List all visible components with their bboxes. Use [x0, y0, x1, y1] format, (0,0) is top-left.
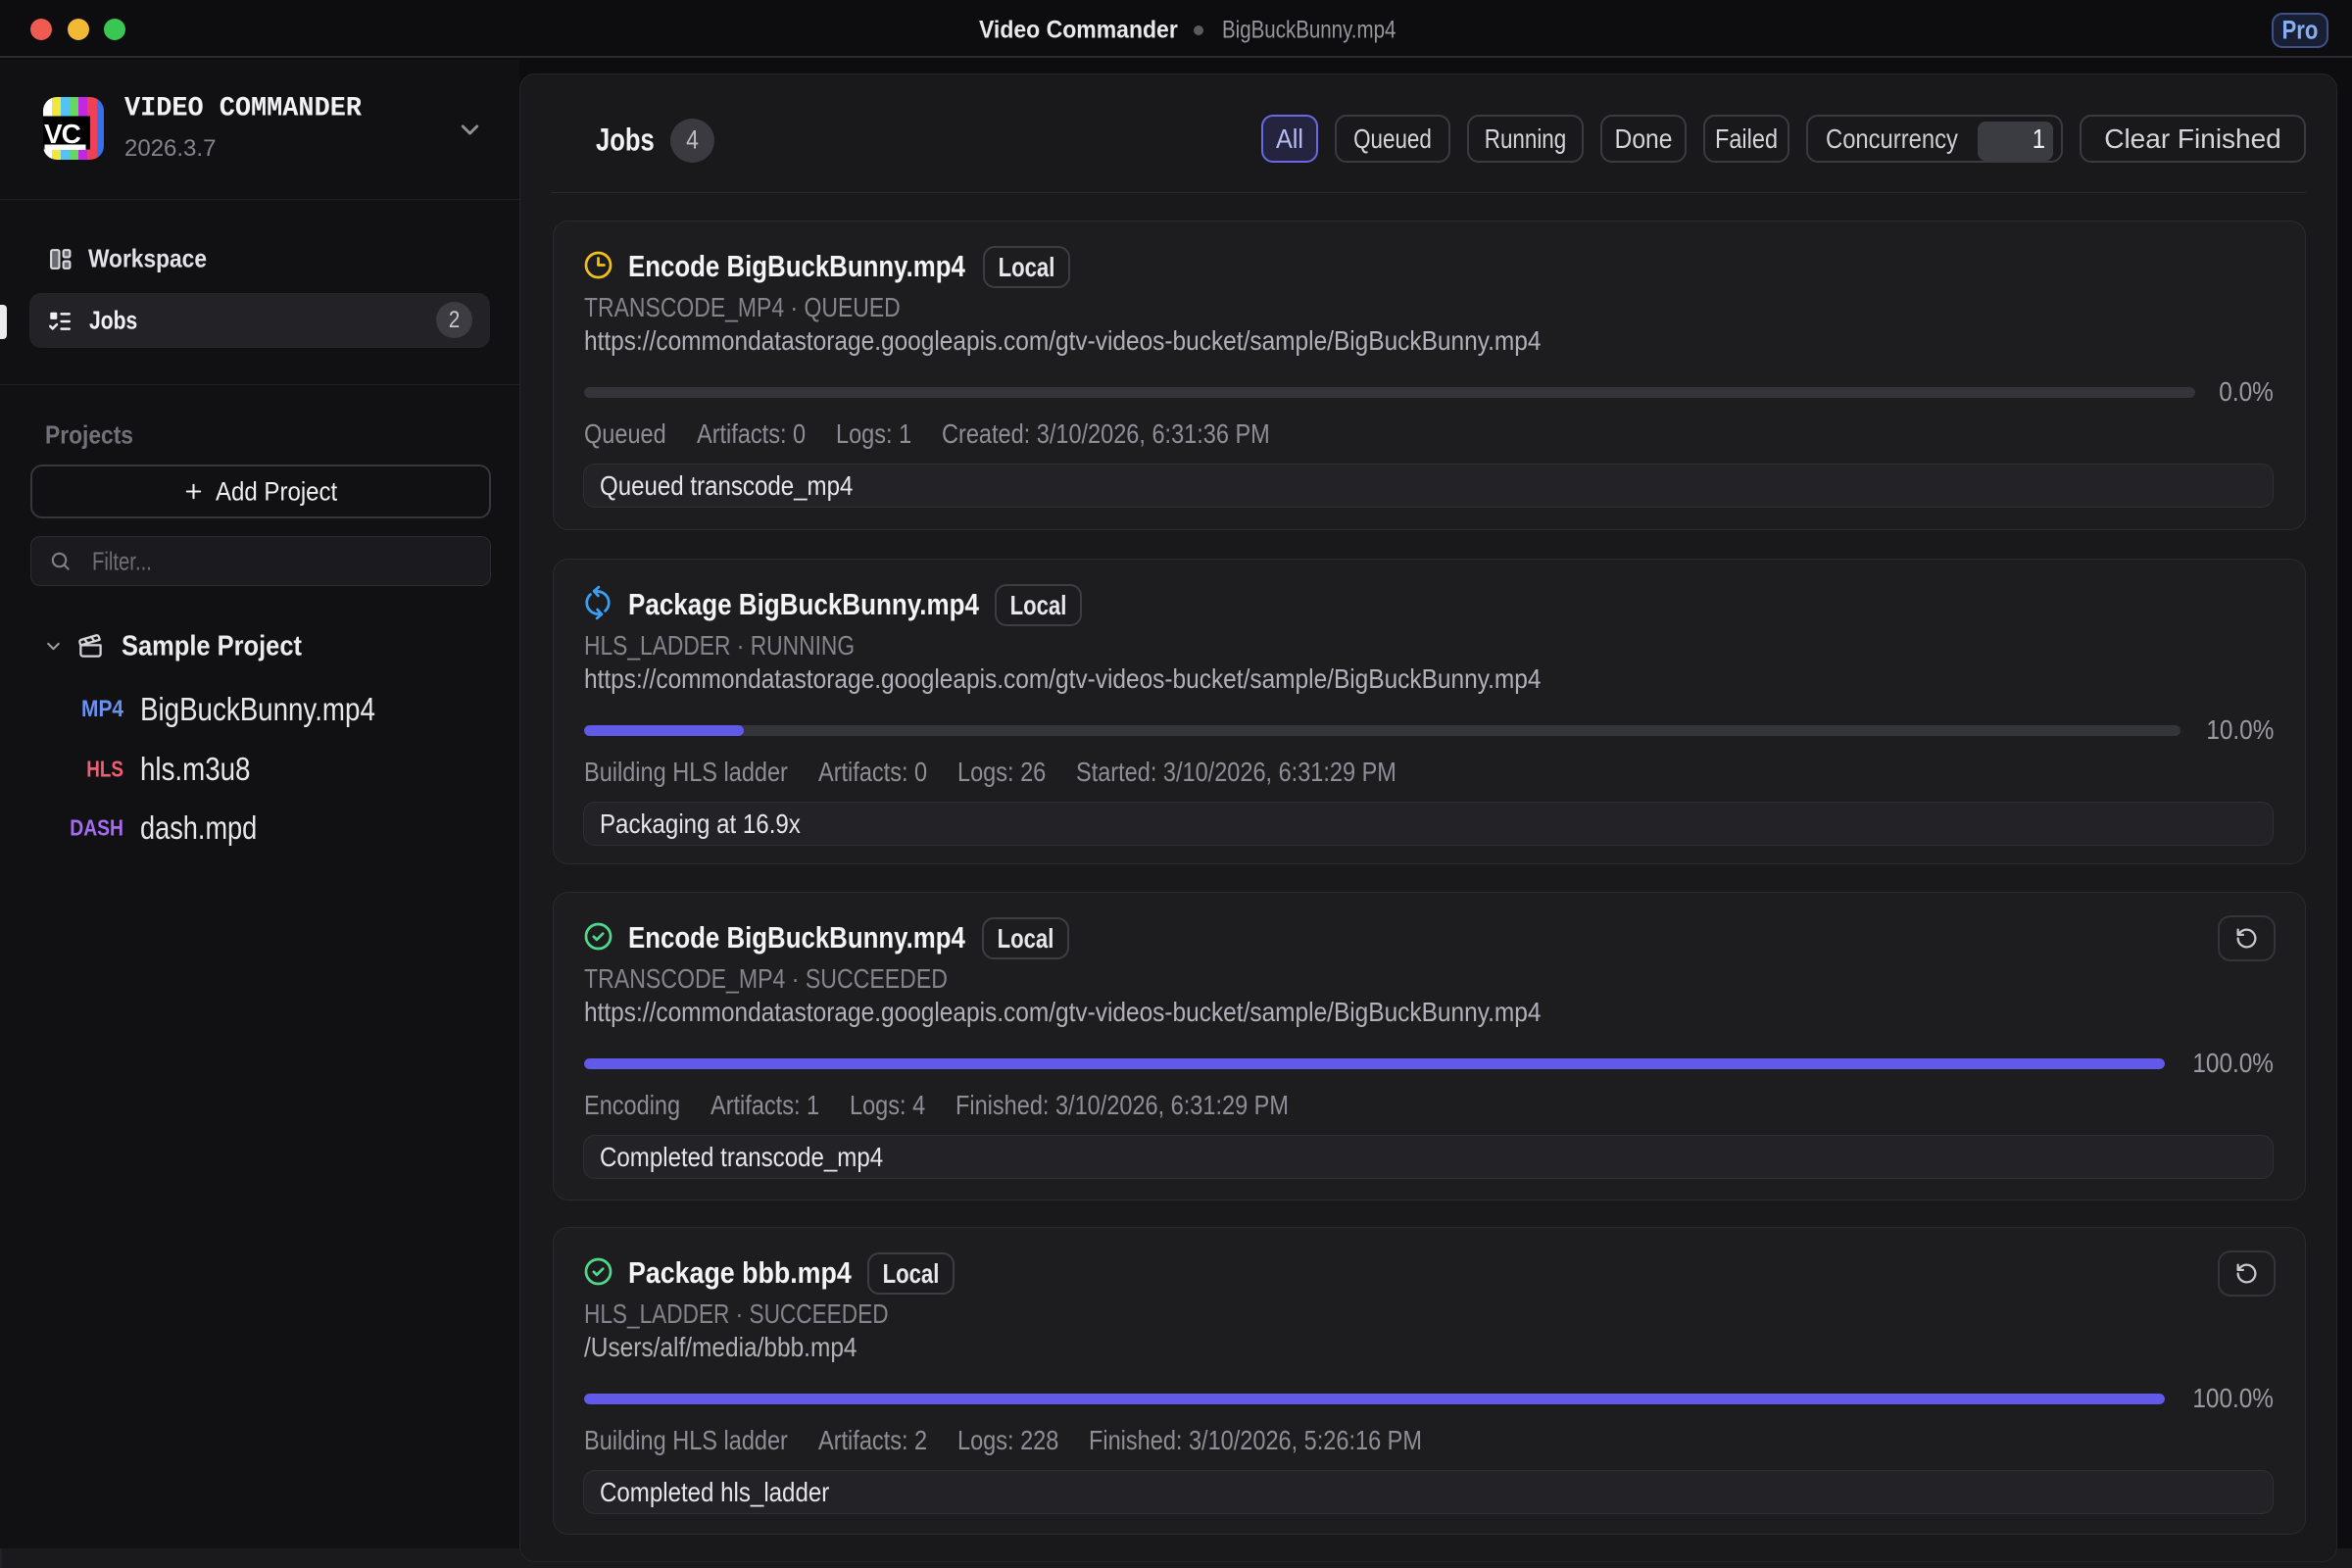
- svg-text:VC: VC: [44, 119, 81, 149]
